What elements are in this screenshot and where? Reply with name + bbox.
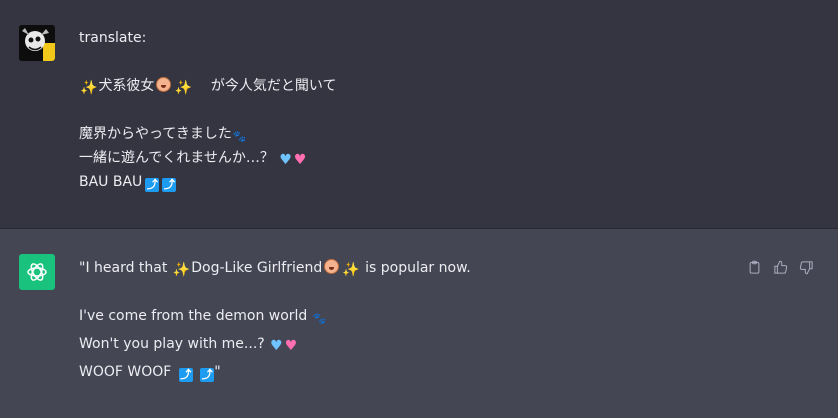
assistant-line-2: I've come from the demon world 🐾 [79,304,471,332]
blue-heart-icon: ♥ [270,338,283,354]
arrow-right-hook-up-icon: ⤴ [145,178,160,192]
thumbs-up-button[interactable] [772,259,788,275]
sparkles-icon: ✨ [80,80,98,96]
sparkles-icon: ✨ [172,262,191,278]
arrow-right-hook-up-icon: ⤴ [200,368,215,382]
user-line-1: translate: [79,30,147,46]
thumbs-up-icon [773,260,787,274]
openai-logo-icon [27,263,47,281]
screaming-face-icon [324,259,340,274]
thumbs-down-icon [799,260,813,274]
sparkles-icon: ✨ [174,80,192,96]
assistant-avatar [19,254,55,290]
user-line-3: 魔界からやってきました🐾 [79,122,336,146]
user-line-5: BAU BAU ⤴ ⤴ [79,174,177,192]
assistant-line-1: "I heard that ✨Dog-Like Girlfriend ✨ is p… [79,256,471,280]
assistant-line-3: Won't you play with me...? ♥ ♥ [79,332,471,360]
user-line-4: 一緒に遊んでくれませんか…？ ♥ ♥ [79,146,336,170]
pink-heart-icon: ♥ [293,152,307,168]
user-message-text: translate: ✨犬系彼女 ✨ が今人気だと聞いて 魔界からやってきました🐾 … [79,26,336,194]
message-actions [746,259,814,275]
arrow-right-hook-up-icon: ⤴ [162,178,177,192]
paw-prints-icon: 🐾 [312,312,327,325]
arrow-right-hook-up-icon: ⤴ [178,368,193,382]
pink-heart-icon: ♥ [284,338,298,354]
thumbs-down-button[interactable] [798,259,814,275]
clipboard-icon [749,260,759,274]
assistant-message-text: "I heard that ✨Dog-Like Girlfriend ✨ is p… [79,256,471,388]
sparkles-icon: ✨ [342,262,360,278]
screaming-face-icon [156,77,172,92]
user-line-2: ✨犬系彼女 ✨ が今人気だと聞いて [79,74,336,98]
assistant-line-4: WOOF WOOF ⤴ ⤴ " [79,364,221,382]
chat-thread: translate: ✨犬系彼女 ✨ が今人気だと聞いて 魔界からやってきました🐾 … [0,0,838,418]
copy-button[interactable] [746,259,762,275]
user-avatar [19,25,55,61]
blue-heart-icon: ♥ [279,152,292,168]
